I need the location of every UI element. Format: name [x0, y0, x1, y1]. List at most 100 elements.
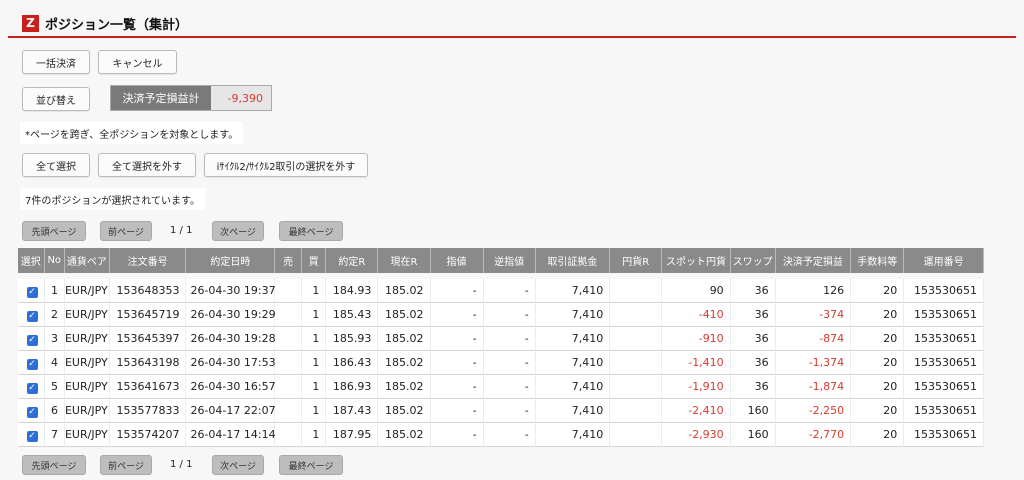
next-page-button[interactable]: 次ページ [212, 221, 264, 241]
cell-select[interactable]: ✓ [18, 351, 45, 375]
cell-settle-pl: -374 [775, 303, 852, 327]
column-header-spot-jpy: スポット円貨 [662, 248, 731, 273]
cell-sell [275, 351, 302, 375]
cell-spot-jpy: -2,410 [662, 399, 731, 423]
positions-table: 選択 No 通貨ペア 注文番号 約定日時売買約定R 現在R 指値 逆指値 取引証拠金 円貨R スポッ… [18, 248, 984, 447]
cell-trade-rate: 187.43 [326, 399, 379, 423]
first-page-button[interactable]: 先頭ページ [22, 455, 86, 475]
cell-select[interactable]: ✓ [18, 327, 45, 351]
sort-button[interactable]: 並び替え [22, 87, 90, 111]
table-row[interactable]: ✓ 7 EUR/JPY 153574207 26-04-17 14:14 1 187.95 1… [18, 423, 984, 447]
cell-order-no: 153645397 [109, 327, 187, 351]
last-page-button[interactable]: 最終ページ [279, 221, 343, 241]
cell-margin: 7,410 [535, 351, 611, 375]
cell-order-no: 153577833 [109, 399, 187, 423]
table-row[interactable]: ✓ 2 EUR/JPY 153645719 26-04-30 19:29 1 185.43 1… [18, 303, 984, 327]
cell-limit: - [430, 375, 484, 399]
table-row[interactable]: ✓ 3 EUR/JPY 153645397 26-04-30 19:28 1 185.93 1… [18, 327, 984, 351]
prev-page-button[interactable]: 前ページ [100, 221, 152, 241]
cell-account-no: 153530651 [904, 375, 984, 399]
table-row[interactable]: ✓ 4 EUR/JPY 153643198 26-04-30 17:53 1 186.43 1… [18, 351, 984, 375]
cell-current-rate: 185.02 [378, 303, 431, 327]
cell-settle-pl: -1,874 [775, 375, 852, 399]
deselect-cycle-button[interactable]: iｻｲｸﾙ2/ｻｲｸﾙ2取引の選択を外す [204, 153, 368, 177]
cell-no: 4 [44, 351, 65, 375]
cell-trade-datetime: 26-04-30 19:37 [186, 279, 276, 303]
cell-jpy-rate [610, 375, 663, 399]
cell-spot-jpy: -1,410 [662, 351, 731, 375]
cell-stop: - [483, 351, 536, 375]
column-header-account-no: 運用番号 [904, 248, 984, 273]
cell-no: 7 [44, 423, 65, 447]
row-checkbox[interactable]: ✓ [26, 358, 38, 370]
page-title: ポジション一覧（集計） [45, 17, 189, 33]
cell-fee: 20 [851, 279, 905, 303]
cell-jpy-rate [610, 399, 663, 423]
cell-limit: - [430, 327, 484, 351]
pl-summary: 決済予定損益計 -9,390 [110, 85, 272, 111]
cell-order-no: 153648353 [109, 279, 187, 303]
row-checkbox[interactable]: ✓ [26, 334, 38, 346]
cell-pair: EUR/JPY [64, 279, 110, 303]
row-checkbox[interactable]: ✓ [26, 286, 38, 298]
table-row[interactable]: ✓ 6 EUR/JPY 153577833 26-04-17 22:07 1 187.43 1… [18, 399, 984, 423]
deselect-all-button[interactable]: 全て選択を外す [98, 153, 196, 177]
cancel-button[interactable]: キャンセル [98, 50, 177, 74]
cell-jpy-rate [610, 327, 663, 351]
cell-buy: 1 [301, 327, 327, 351]
brand-logo-icon: Z [22, 14, 39, 32]
cell-swap: 160 [730, 399, 776, 423]
cell-select[interactable]: ✓ [18, 375, 45, 399]
last-page-button[interactable]: 最終ページ [279, 455, 343, 475]
row-checkbox[interactable]: ✓ [26, 382, 38, 394]
table-row[interactable]: ✓ 5 EUR/JPY 153641673 26-04-30 16:57 1 186.93 1… [18, 375, 984, 399]
cell-order-no: 153574207 [109, 423, 187, 447]
column-header-no: No [44, 248, 65, 273]
column-header-order-no: 注文番号 [109, 248, 187, 273]
cell-sell [275, 279, 302, 303]
cell-margin: 7,410 [535, 375, 611, 399]
cell-stop: - [483, 423, 536, 447]
cell-pair: EUR/JPY [64, 423, 110, 447]
cell-select[interactable]: ✓ [18, 423, 45, 447]
cell-select[interactable]: ✓ [18, 303, 45, 327]
row-checkbox[interactable]: ✓ [26, 310, 38, 322]
cell-select[interactable]: ✓ [18, 279, 45, 303]
cell-trade-rate: 186.93 [326, 375, 379, 399]
cell-buy: 1 [301, 303, 327, 327]
cell-jpy-rate [610, 423, 663, 447]
bulk-settle-button[interactable]: 一括決済 [22, 50, 90, 74]
cell-limit: - [430, 399, 484, 423]
cell-sell [275, 375, 302, 399]
column-header-buy: 買 [301, 248, 327, 273]
cell-pair: EUR/JPY [64, 303, 110, 327]
cell-settle-pl: -2,250 [775, 399, 852, 423]
cell-limit: - [430, 423, 484, 447]
cell-margin: 7,410 [535, 327, 611, 351]
cell-settle-pl: 126 [775, 279, 852, 303]
table-row[interactable]: ✓ 1 EUR/JPY 153648353 26-04-30 19:37 1 184.93 1… [18, 279, 984, 303]
cell-buy: 1 [301, 351, 327, 375]
cell-account-no: 153530651 [904, 423, 984, 447]
cell-pair: EUR/JPY [64, 375, 110, 399]
cell-spot-jpy: -2,930 [662, 423, 731, 447]
cell-fee: 20 [851, 375, 905, 399]
prev-page-button[interactable]: 前ページ [100, 455, 152, 475]
row-checkbox[interactable]: ✓ [26, 430, 38, 442]
cell-select[interactable]: ✓ [18, 399, 45, 423]
cell-pair: EUR/JPY [64, 327, 110, 351]
page-header: Z ポジション一覧（集計） [8, 10, 1016, 38]
cell-pair: EUR/JPY [64, 351, 110, 375]
column-header-sell: 売 [275, 248, 302, 273]
pl-summary-value: -9,390 [211, 86, 271, 110]
select-all-button[interactable]: 全て選択 [22, 153, 90, 177]
row-checkbox[interactable]: ✓ [26, 406, 38, 418]
cell-buy: 1 [301, 279, 327, 303]
column-header-current-rate: 現在R [378, 248, 431, 273]
cell-jpy-rate [610, 303, 663, 327]
cell-no: 2 [44, 303, 65, 327]
next-page-button[interactable]: 次ページ [212, 455, 264, 475]
cell-account-no: 153530651 [904, 399, 984, 423]
first-page-button[interactable]: 先頭ページ [22, 221, 86, 241]
column-header-trade-datetime: 約定日時 [186, 248, 276, 273]
